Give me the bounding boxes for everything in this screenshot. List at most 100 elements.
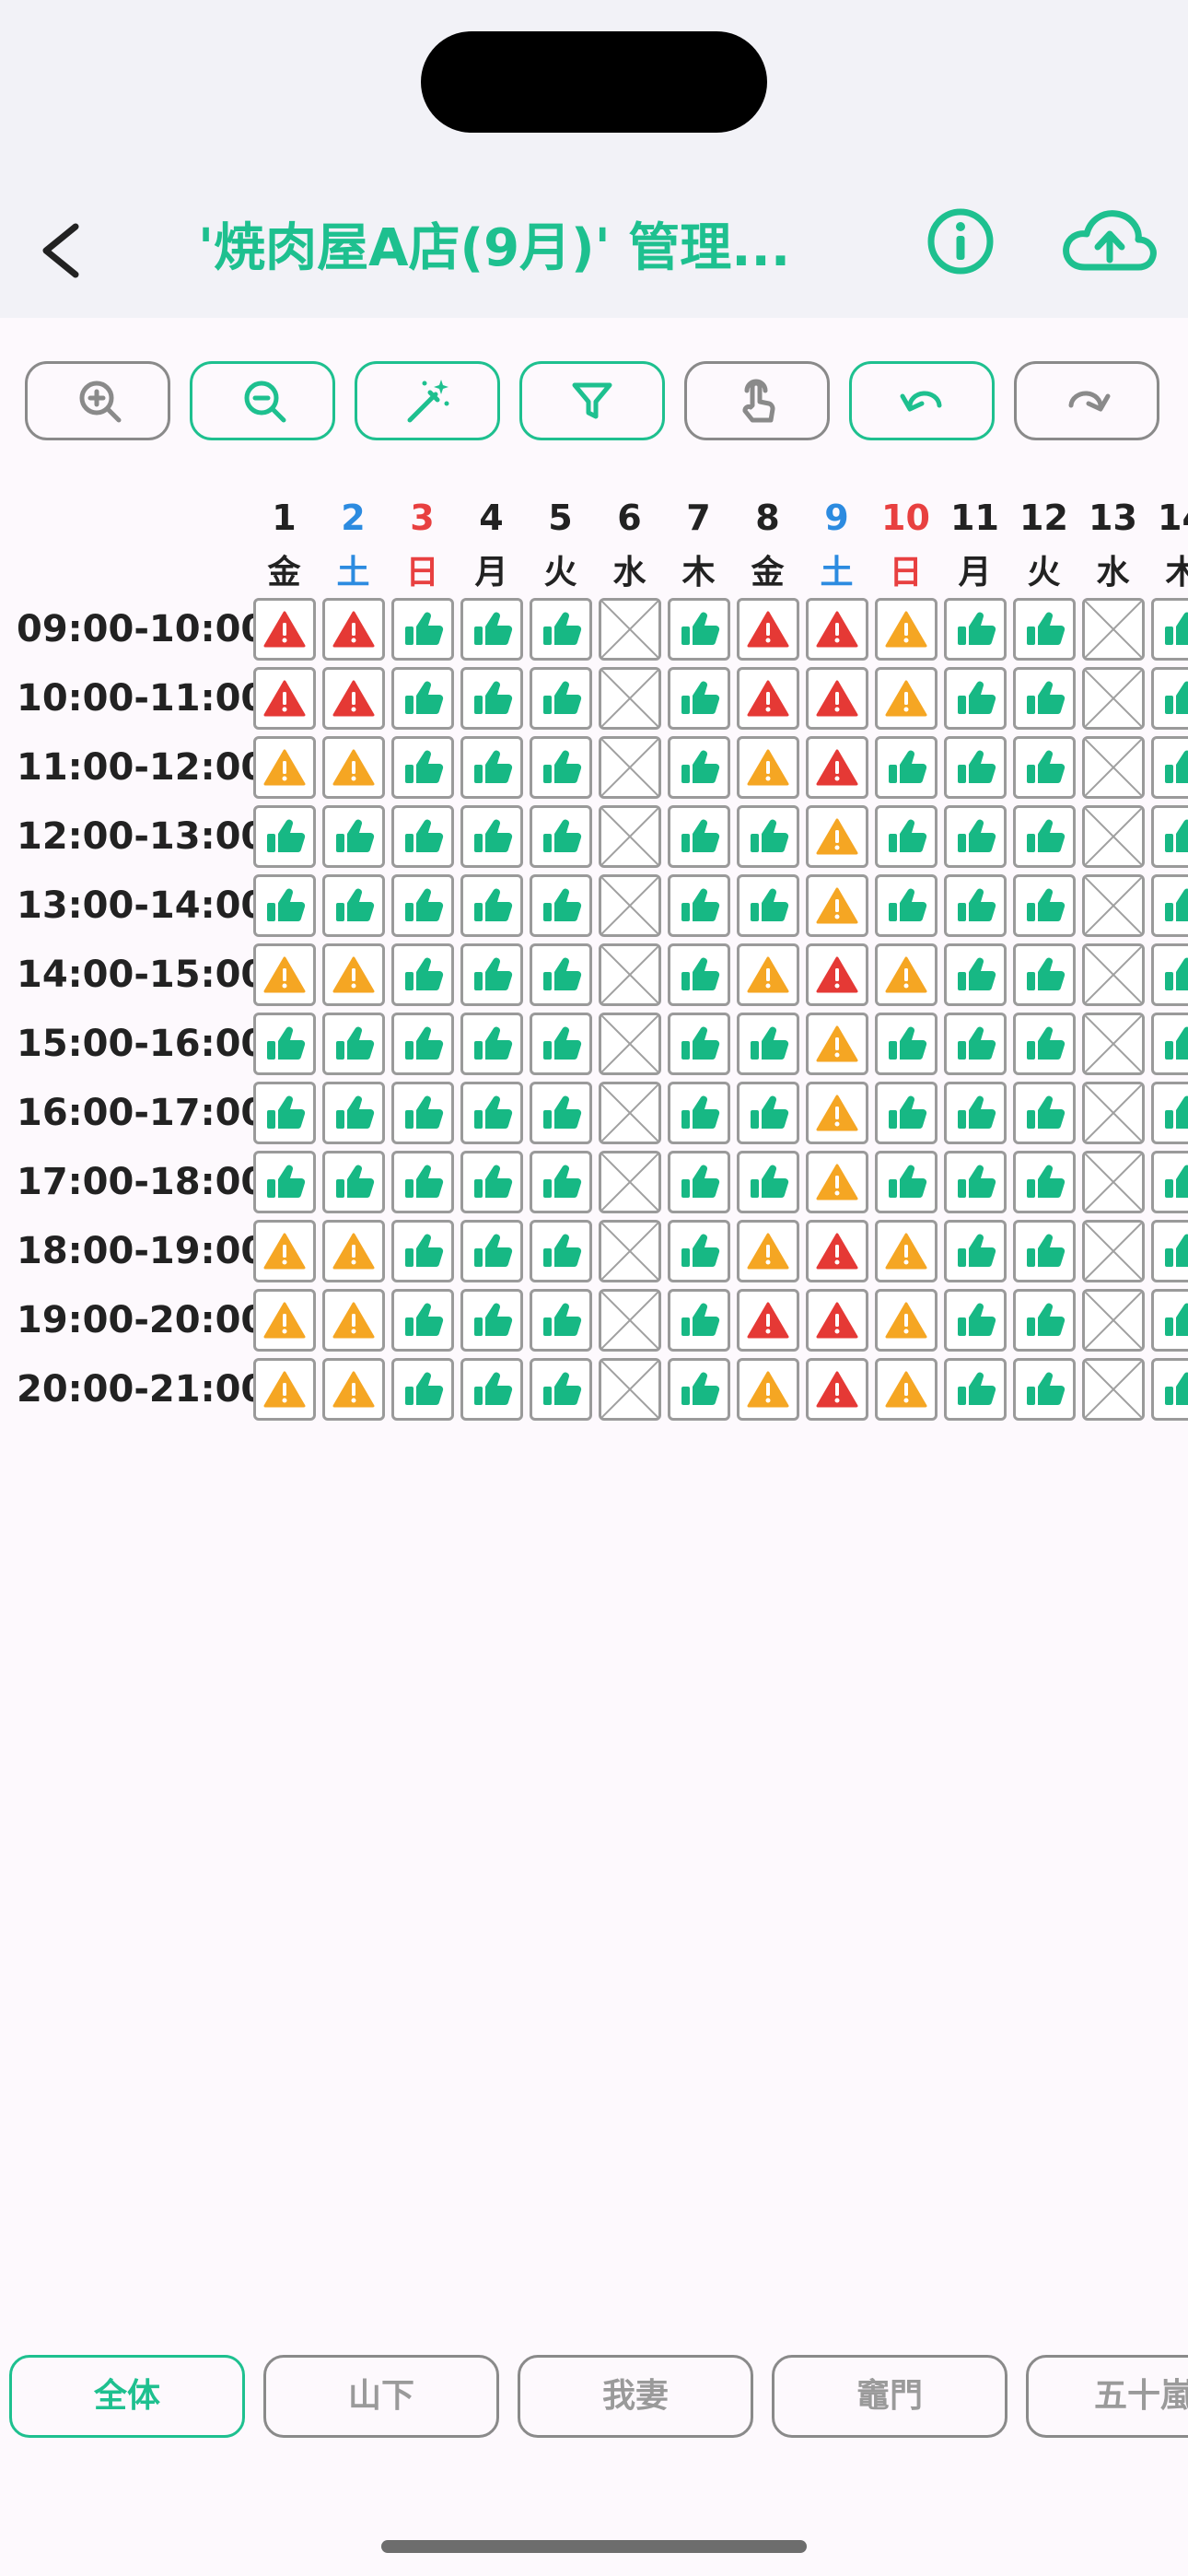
shift-cell[interactable] <box>806 1082 868 1144</box>
shift-cell[interactable] <box>391 598 454 661</box>
staff-tab[interactable]: 山下 <box>263 2355 499 2438</box>
shift-cell[interactable] <box>1151 1289 1188 1352</box>
shift-cell[interactable] <box>322 598 385 661</box>
shift-cell[interactable] <box>460 736 523 799</box>
shift-cell[interactable] <box>322 943 385 1006</box>
shift-cell[interactable] <box>253 1082 316 1144</box>
shift-cell[interactable] <box>530 1013 592 1075</box>
zoom-out-button[interactable] <box>190 361 335 440</box>
shift-cell[interactable] <box>1013 1220 1076 1282</box>
upload-button[interactable] <box>1059 201 1160 284</box>
shift-cell[interactable] <box>668 667 730 730</box>
shift-cell[interactable] <box>599 667 661 730</box>
shift-cell[interactable] <box>1013 598 1076 661</box>
staff-tab[interactable]: 竈門 <box>772 2355 1007 2438</box>
shift-cell[interactable] <box>599 805 661 868</box>
shift-cell[interactable] <box>737 1289 799 1352</box>
shift-cell[interactable] <box>599 736 661 799</box>
shift-cell[interactable] <box>1151 1358 1188 1421</box>
shift-cell[interactable] <box>1151 736 1188 799</box>
shift-cell[interactable] <box>391 1358 454 1421</box>
shift-cell[interactable] <box>875 598 938 661</box>
shift-cell[interactable] <box>806 598 868 661</box>
shift-cell[interactable] <box>322 1289 385 1352</box>
shift-cell[interactable] <box>391 667 454 730</box>
shift-cell[interactable] <box>806 667 868 730</box>
shift-cell[interactable] <box>1151 805 1188 868</box>
shift-cell[interactable] <box>806 736 868 799</box>
shift-cell[interactable] <box>1013 874 1076 937</box>
shift-cell[interactable] <box>875 667 938 730</box>
staff-tab[interactable]: 五十嵐 <box>1026 2355 1188 2438</box>
shift-cell[interactable] <box>1151 1082 1188 1144</box>
shift-cell[interactable] <box>391 874 454 937</box>
shift-cell[interactable] <box>737 1220 799 1282</box>
filter-button[interactable] <box>519 361 665 440</box>
shift-cell[interactable] <box>1082 943 1145 1006</box>
shift-cell[interactable] <box>668 598 730 661</box>
shift-cell[interactable] <box>875 1358 938 1421</box>
shift-cell[interactable] <box>668 1220 730 1282</box>
shift-cell[interactable] <box>599 1358 661 1421</box>
staff-tab[interactable]: 全体 <box>9 2355 245 2438</box>
shift-cell[interactable] <box>875 1289 938 1352</box>
shift-cell[interactable] <box>875 736 938 799</box>
shift-cell[interactable] <box>1013 736 1076 799</box>
shift-cell[interactable] <box>1082 1289 1145 1352</box>
shift-cell[interactable] <box>391 736 454 799</box>
shift-cell[interactable] <box>253 874 316 937</box>
shift-cell[interactable] <box>944 1013 1007 1075</box>
shift-cell[interactable] <box>460 943 523 1006</box>
shift-cell[interactable] <box>944 1151 1007 1213</box>
shift-cell[interactable] <box>1082 1151 1145 1213</box>
shift-cell[interactable] <box>322 805 385 868</box>
shift-cell[interactable] <box>875 943 938 1006</box>
shift-cell[interactable] <box>253 1289 316 1352</box>
shift-cell[interactable] <box>1013 805 1076 868</box>
staff-tab[interactable]: 我妻 <box>518 2355 753 2438</box>
shift-cell[interactable] <box>944 1220 1007 1282</box>
undo-button[interactable] <box>849 361 995 440</box>
back-button[interactable] <box>28 208 101 291</box>
shift-cell[interactable] <box>875 1151 938 1213</box>
shift-cell[interactable] <box>1013 1289 1076 1352</box>
shift-cell[interactable] <box>737 943 799 1006</box>
shift-cell[interactable] <box>391 1289 454 1352</box>
shift-cell[interactable] <box>737 1151 799 1213</box>
shift-cell[interactable] <box>460 1151 523 1213</box>
shift-cell[interactable] <box>530 1151 592 1213</box>
shift-cell[interactable] <box>460 1289 523 1352</box>
shift-cell[interactable] <box>599 1289 661 1352</box>
shift-cell[interactable] <box>322 1358 385 1421</box>
shift-cell[interactable] <box>1082 1358 1145 1421</box>
shift-cell[interactable] <box>1013 1358 1076 1421</box>
shift-cell[interactable] <box>944 1358 1007 1421</box>
shift-cell[interactable] <box>391 1220 454 1282</box>
shift-cell[interactable] <box>530 736 592 799</box>
shift-cell[interactable] <box>1013 1013 1076 1075</box>
shift-cell[interactable] <box>875 874 938 937</box>
shift-cell[interactable] <box>875 1013 938 1075</box>
shift-cell[interactable] <box>322 1220 385 1282</box>
shift-cell[interactable] <box>668 943 730 1006</box>
shift-cell[interactable] <box>806 1358 868 1421</box>
shift-cell[interactable] <box>1013 667 1076 730</box>
shift-cell[interactable] <box>668 1358 730 1421</box>
shift-cell[interactable] <box>806 1289 868 1352</box>
shift-cell[interactable] <box>1151 598 1188 661</box>
shift-cell[interactable] <box>460 1013 523 1075</box>
shift-cell[interactable] <box>460 805 523 868</box>
shift-cell[interactable] <box>944 943 1007 1006</box>
shift-cell[interactable] <box>668 874 730 937</box>
shift-cell[interactable] <box>737 1082 799 1144</box>
shift-cell[interactable] <box>530 1220 592 1282</box>
shift-cell[interactable] <box>253 943 316 1006</box>
shift-cell[interactable] <box>253 1358 316 1421</box>
shift-cell[interactable] <box>1082 736 1145 799</box>
shift-cell[interactable] <box>391 1013 454 1075</box>
shift-cell[interactable] <box>944 1289 1007 1352</box>
shift-cell[interactable] <box>1151 943 1188 1006</box>
shift-cell[interactable] <box>253 1220 316 1282</box>
shift-cell[interactable] <box>530 943 592 1006</box>
shift-cell[interactable] <box>875 1082 938 1144</box>
